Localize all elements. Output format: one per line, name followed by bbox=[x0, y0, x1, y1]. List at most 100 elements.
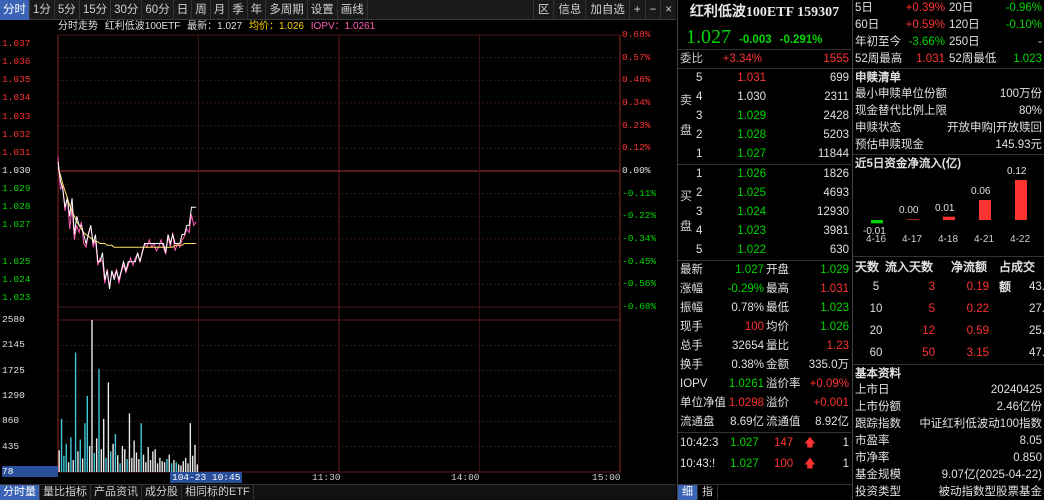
average-line bbox=[57, 167, 197, 248]
tab-week[interactable]: 周 bbox=[192, 0, 211, 20]
tab-detail[interactable]: 细 bbox=[678, 485, 698, 500]
info-value: 2.46亿份 bbox=[996, 401, 1042, 413]
bid-row: 1 1.026 1826 bbox=[678, 165, 851, 184]
percent-tick-label: 0.68% bbox=[622, 29, 651, 40]
inflow-bar bbox=[979, 200, 991, 220]
volume-bar bbox=[72, 460, 74, 472]
return-value: +0.39% bbox=[905, 2, 945, 14]
info-label: 跟踪指数 bbox=[855, 418, 901, 430]
info-label: 申赎状态 bbox=[855, 122, 901, 134]
inflow-date-label: 4-17 bbox=[902, 234, 923, 245]
volume-bar bbox=[149, 460, 152, 472]
tab-volume-ratio[interactable]: 量比指标 bbox=[40, 485, 91, 500]
add-watchlist-button[interactable]: 加自选 bbox=[585, 0, 629, 20]
flow-row: 10 5 0.22 27. bbox=[853, 298, 1044, 320]
stat-label: 涨幅 bbox=[680, 283, 703, 295]
zoom-in-button[interactable]: + bbox=[628, 0, 645, 20]
price-tick-label: 1.033 bbox=[2, 110, 31, 122]
return-value: -3.66% bbox=[908, 36, 945, 48]
flow-row: 5 3 0.19 43. bbox=[853, 276, 1044, 298]
stat-row: 总手 32654 量比 1.23 bbox=[678, 337, 851, 356]
volume-bar bbox=[154, 449, 156, 472]
bid-row: 4 1.023 3981 bbox=[678, 222, 851, 241]
draw-line-button[interactable]: 画线 bbox=[338, 0, 368, 20]
flow-in-days: 5 bbox=[928, 303, 935, 315]
volume-bar bbox=[102, 418, 105, 472]
tab-product-info[interactable]: 产品资讯 bbox=[91, 485, 142, 500]
stat-label: 均价 bbox=[766, 321, 789, 333]
security-name: 红利低波100ETF bbox=[104, 21, 181, 32]
level-volume: 3981 bbox=[823, 225, 849, 237]
info-value: 145.93元 bbox=[995, 139, 1042, 151]
volume-bar bbox=[65, 443, 67, 472]
percent-tick-label: -0.11% bbox=[622, 187, 657, 199]
level-number: 1 bbox=[696, 148, 703, 160]
volume-bar bbox=[79, 439, 81, 472]
volume-bar bbox=[133, 440, 135, 472]
tab-multi-period[interactable]: 多周期 bbox=[266, 0, 308, 20]
ask-book: 卖 盘 5 1.031 699 4 1.030 2311 3 1.029 2428 2 1.028 5… bbox=[678, 69, 851, 165]
return-label: 5日 bbox=[855, 2, 873, 14]
tab-day[interactable]: 日 bbox=[174, 0, 193, 20]
settings-button[interactable]: 设置 bbox=[308, 0, 338, 20]
close-button[interactable]: × bbox=[660, 0, 676, 20]
level-price: 1.024 bbox=[737, 206, 766, 218]
tab-index[interactable]: 指 bbox=[698, 485, 718, 500]
inflow-value-label: 0.00 bbox=[899, 205, 919, 217]
stat-value: +0.001 bbox=[813, 397, 850, 409]
tab-year[interactable]: 年 bbox=[248, 0, 267, 20]
volume-bar bbox=[156, 463, 159, 472]
inflow-bar bbox=[1015, 180, 1027, 220]
tab-intraday[interactable]: 分时 bbox=[0, 0, 30, 20]
volume-bar bbox=[105, 457, 107, 472]
basic-info-block: 上市日 20240425 上市份额 2.46亿份 跟踪指数 中证红利低波动100指数 市盈率… bbox=[853, 382, 1044, 500]
volume-bar bbox=[166, 458, 168, 472]
volume-tick-label: 435 bbox=[2, 440, 20, 452]
tab-15min[interactable]: 15分 bbox=[80, 0, 112, 20]
ask-row: 3 1.029 2428 bbox=[678, 107, 851, 126]
tab-constituents[interactable]: 成分股 bbox=[142, 485, 182, 500]
volume-tick-label: 1290 bbox=[2, 390, 25, 401]
basic-info-title: 基本资料 bbox=[853, 364, 1044, 382]
tab-30min[interactable]: 30分 bbox=[111, 0, 143, 20]
stat-row: 单位净值 1.0298 溢价 +0.001 bbox=[678, 394, 851, 413]
price-tick-label: 1.035 bbox=[2, 74, 31, 86]
tab-5min[interactable]: 5分 bbox=[55, 0, 80, 20]
percent-tick-label: -0.68% bbox=[622, 301, 657, 312]
stat-row: 涨幅 -0.29% 最高 1.031 bbox=[678, 280, 851, 299]
volume-bar bbox=[145, 462, 147, 472]
tab-same-target-etf[interactable]: 相同标的ETF bbox=[182, 485, 254, 500]
volume-bar bbox=[168, 454, 170, 472]
intraday-chart[interactable] bbox=[0, 20, 676, 484]
region-button[interactable]: 区 bbox=[532, 0, 554, 20]
tab-volume[interactable]: 分时量 bbox=[0, 485, 40, 500]
subscription-title: 申赎清单 bbox=[853, 68, 1044, 86]
price-change-pct: -0.291% bbox=[779, 34, 823, 46]
level-volume: 2428 bbox=[823, 110, 849, 122]
percent-tick-label: -0.45% bbox=[622, 255, 657, 267]
stat-value: -0.29% bbox=[727, 283, 764, 295]
inflow-date-label: 4-22 bbox=[1010, 234, 1031, 245]
quote-panel: 红利低波100ETF 159307 1.027 -0.003 -0.291% 委… bbox=[677, 0, 852, 500]
price-tick-label: 1.028 bbox=[2, 201, 31, 213]
tab-quarter[interactable]: 季 bbox=[229, 0, 248, 20]
flow-table-header: 天数 流入天数 净流额 占成交额 bbox=[853, 256, 1044, 294]
tab-1min[interactable]: 1分 bbox=[30, 0, 55, 20]
return-value: 1.023 bbox=[1013, 53, 1042, 65]
inflow-bar bbox=[907, 219, 919, 220]
tab-month[interactable]: 月 bbox=[211, 0, 230, 20]
zoom-out-button[interactable]: − bbox=[644, 0, 661, 20]
info-label: 市盈率 bbox=[855, 435, 890, 447]
bid-book: 买 盘 1 1.026 1826 2 1.025 4693 3 1.024 12930 4 1.02… bbox=[678, 165, 851, 261]
price-change: -0.003 bbox=[739, 34, 772, 46]
stat-label: 最高 bbox=[766, 283, 789, 295]
chart-toolbar: 分时 1分 5分 15分 30分 60分 日 周 月 季 年 多周期 设置 画线… bbox=[0, 0, 676, 20]
basic-info-row: 跟踪指数 中证红利低波动100指数 bbox=[853, 416, 1044, 433]
info-button[interactable]: 信息 bbox=[553, 0, 585, 20]
volume-bar bbox=[91, 320, 93, 472]
level-volume: 11844 bbox=[817, 148, 849, 160]
flow-days: 5 bbox=[872, 281, 880, 293]
volume-bar bbox=[170, 463, 173, 472]
tab-60min[interactable]: 60分 bbox=[142, 0, 174, 20]
volume-bar bbox=[74, 352, 77, 472]
